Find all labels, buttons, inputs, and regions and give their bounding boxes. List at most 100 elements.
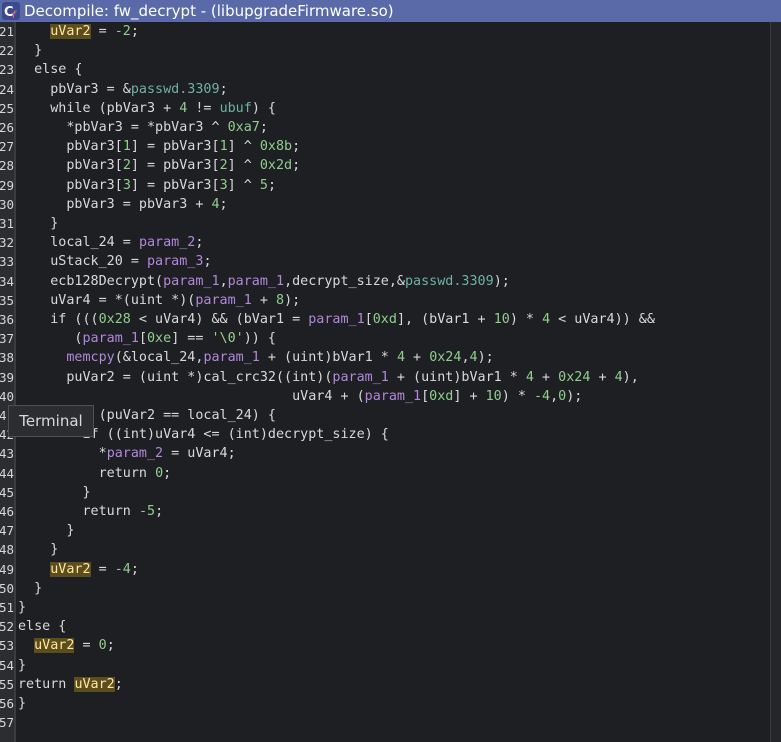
code-line[interactable]: 23 else { <box>0 60 770 79</box>
code-line[interactable]: 35 uVar4 = *(uint *)(param_1 + 8); <box>0 291 770 310</box>
code-line[interactable]: 41 if (puVar2 == local_24) { <box>0 406 770 425</box>
code-text: } <box>18 694 26 713</box>
code-line[interactable]: 22 } <box>0 41 770 60</box>
code-token: param_1 <box>308 312 365 327</box>
decompiler-code-view[interactable]: 21 uVar2 = -2; 22 } 23 else {24 pbVar3 = &… <box>0 22 781 742</box>
code-line[interactable]: 40 uVar4 + (param_1[0xd] + 10) * -4,0); <box>0 387 770 406</box>
code-line[interactable]: 36 if (((0x28 < uVar4) && (bVar1 = param… <box>0 310 770 329</box>
code-line[interactable]: 56} <box>0 694 770 713</box>
code-token: ; <box>219 81 228 97</box>
code-line[interactable]: 43 *param_2 = uVar4; <box>0 444 770 463</box>
line-number: 23 <box>0 62 14 78</box>
code-line[interactable]: 39 puVar2 = (uint *)cal_crc32((int)(para… <box>0 368 770 387</box>
code-line[interactable]: 33 uStack_20 = param_3; <box>0 252 770 271</box>
code-line[interactable]: 32 local_24 = param_2; <box>0 233 770 252</box>
code-token: 0xd <box>372 312 397 327</box>
code-token: ; <box>130 561 139 577</box>
code-token: + (uint)bVar1 * <box>259 350 397 366</box>
code-text: else { <box>18 60 83 79</box>
code-line[interactable]: 31 } <box>0 214 770 233</box>
code-token: 3 <box>122 177 131 193</box>
code-line[interactable]: 49 uVar2 = -4; <box>0 560 770 579</box>
code-line[interactable]: 57 <box>0 713 770 732</box>
code-line[interactable]: 27 pbVar3[1] = pbVar3[1] ^ 0x8b; <box>0 137 770 156</box>
vertical-scrollbar[interactable] <box>770 22 781 742</box>
code-token: ; <box>203 254 212 270</box>
code-token: 8 <box>276 292 285 308</box>
line-number: 40 <box>0 388 14 404</box>
code-line[interactable]: 53 uVar2 = 0; <box>0 636 770 655</box>
code-token: else { <box>18 62 83 78</box>
code-line[interactable]: 54} <box>0 656 770 675</box>
code-line[interactable]: 21 uVar2 = -2; <box>0 22 770 41</box>
code-line[interactable]: 51} <box>0 598 770 617</box>
code-line[interactable]: 48 } <box>0 540 770 559</box>
code-token: ] = pbVar3[ <box>130 139 220 155</box>
code-token: + <box>533 369 559 385</box>
code-token: [ <box>138 331 147 347</box>
code-token: } <box>18 216 59 231</box>
line-number: 31 <box>0 216 14 231</box>
code-line[interactable]: 24 pbVar3 = &passwd.3309; <box>0 80 770 99</box>
code-text: while (pbVar3 + 4 != ubuf) { <box>18 99 276 118</box>
highlighted-token[interactable]: uVar2 <box>74 676 115 692</box>
code-text: } <box>18 579 42 598</box>
line-number: 44 <box>0 465 14 481</box>
code-line[interactable]: 47 } <box>0 521 770 540</box>
code-token: } <box>18 484 91 500</box>
code-text: local_24 = param_2; <box>18 233 203 252</box>
code-token: + <box>405 350 430 366</box>
code-line[interactable]: 44 return 0; <box>0 464 770 483</box>
code-line[interactable]: 42 if ((int)uVar4 <= (int)decrypt_size) … <box>0 425 770 444</box>
code-line[interactable]: 50 } <box>0 579 770 598</box>
line-number: 26 <box>0 120 14 135</box>
code-line[interactable]: 37 (param_1[0xe] == '\0')) { <box>0 329 770 348</box>
line-number: 27 <box>0 139 14 155</box>
code-text: uVar2 = 0; <box>18 636 115 655</box>
code-line[interactable]: 29 pbVar3[3] = pbVar3[3] ^ 5; <box>0 176 770 195</box>
line-number: 56 <box>0 696 14 711</box>
code-token: + <box>590 369 615 385</box>
line-number: 33 <box>0 254 14 270</box>
code-token: 0x24 <box>558 369 591 385</box>
code-line[interactable]: 55 return uVar2; <box>0 675 770 694</box>
window-title: Decompile: fw_decrypt - (libupgradeFirmw… <box>24 2 394 20</box>
highlighted-token[interactable]: uVar2 <box>34 638 75 654</box>
code-token: 0x8b <box>259 139 293 155</box>
code-token: 3 <box>219 177 228 193</box>
code-token: ; <box>130 24 139 39</box>
code-token: ( <box>18 331 83 347</box>
code-token: pbVar3[ <box>18 158 123 174</box>
code-line[interactable]: 26 *pbVar3 = *pbVar3 ^ 0xa7; <box>0 118 770 137</box>
code-line[interactable]: 34 ecb128Decrypt(param_1,param_1,decrypt… <box>0 272 770 291</box>
code-line[interactable]: 38 memcpy(&local_24,param_1 + (uint)bVar… <box>0 348 770 367</box>
line-number: 52 <box>0 619 14 635</box>
code-line[interactable]: 30 pbVar3 = pbVar3 + 4; <box>0 195 770 214</box>
code-token: ; <box>292 139 301 155</box>
code-line[interactable]: 52 else { <box>0 617 770 636</box>
code-line[interactable]: 25 while (pbVar3 + 4 != ubuf) { <box>0 99 770 118</box>
line-number: 54 <box>0 657 14 673</box>
code-token: else { <box>18 619 67 635</box>
code-token: -2 <box>114 24 131 39</box>
highlighted-token[interactable]: uVar2 <box>50 24 91 39</box>
code-line[interactable]: 45 } <box>0 483 770 502</box>
code-line[interactable]: 46 return -5; <box>0 502 770 521</box>
code-token: } <box>18 600 27 615</box>
code-text: pbVar3[2] = pbVar3[2] ^ 0x2d; <box>18 156 300 175</box>
code-token: passwd.3309 <box>405 273 494 289</box>
code-line[interactable]: 28 pbVar3[2] = pbVar3[2] ^ 0x2d; <box>0 156 770 175</box>
code-token: + (uint)bVar1 * <box>388 369 526 385</box>
code-text: (param_1[0xe] == '\0')) { <box>18 329 276 348</box>
code-token: 4 <box>525 369 534 385</box>
line-number: 46 <box>0 504 14 519</box>
code-text: } <box>18 598 26 617</box>
window-titlebar[interactable]: C f Decompile: fw_decrypt - (libupgradeF… <box>0 0 781 22</box>
code-token: [ <box>364 312 373 327</box>
highlighted-token[interactable]: uVar2 <box>50 561 91 577</box>
code-token: } <box>18 542 59 558</box>
line-number: 34 <box>0 273 14 289</box>
